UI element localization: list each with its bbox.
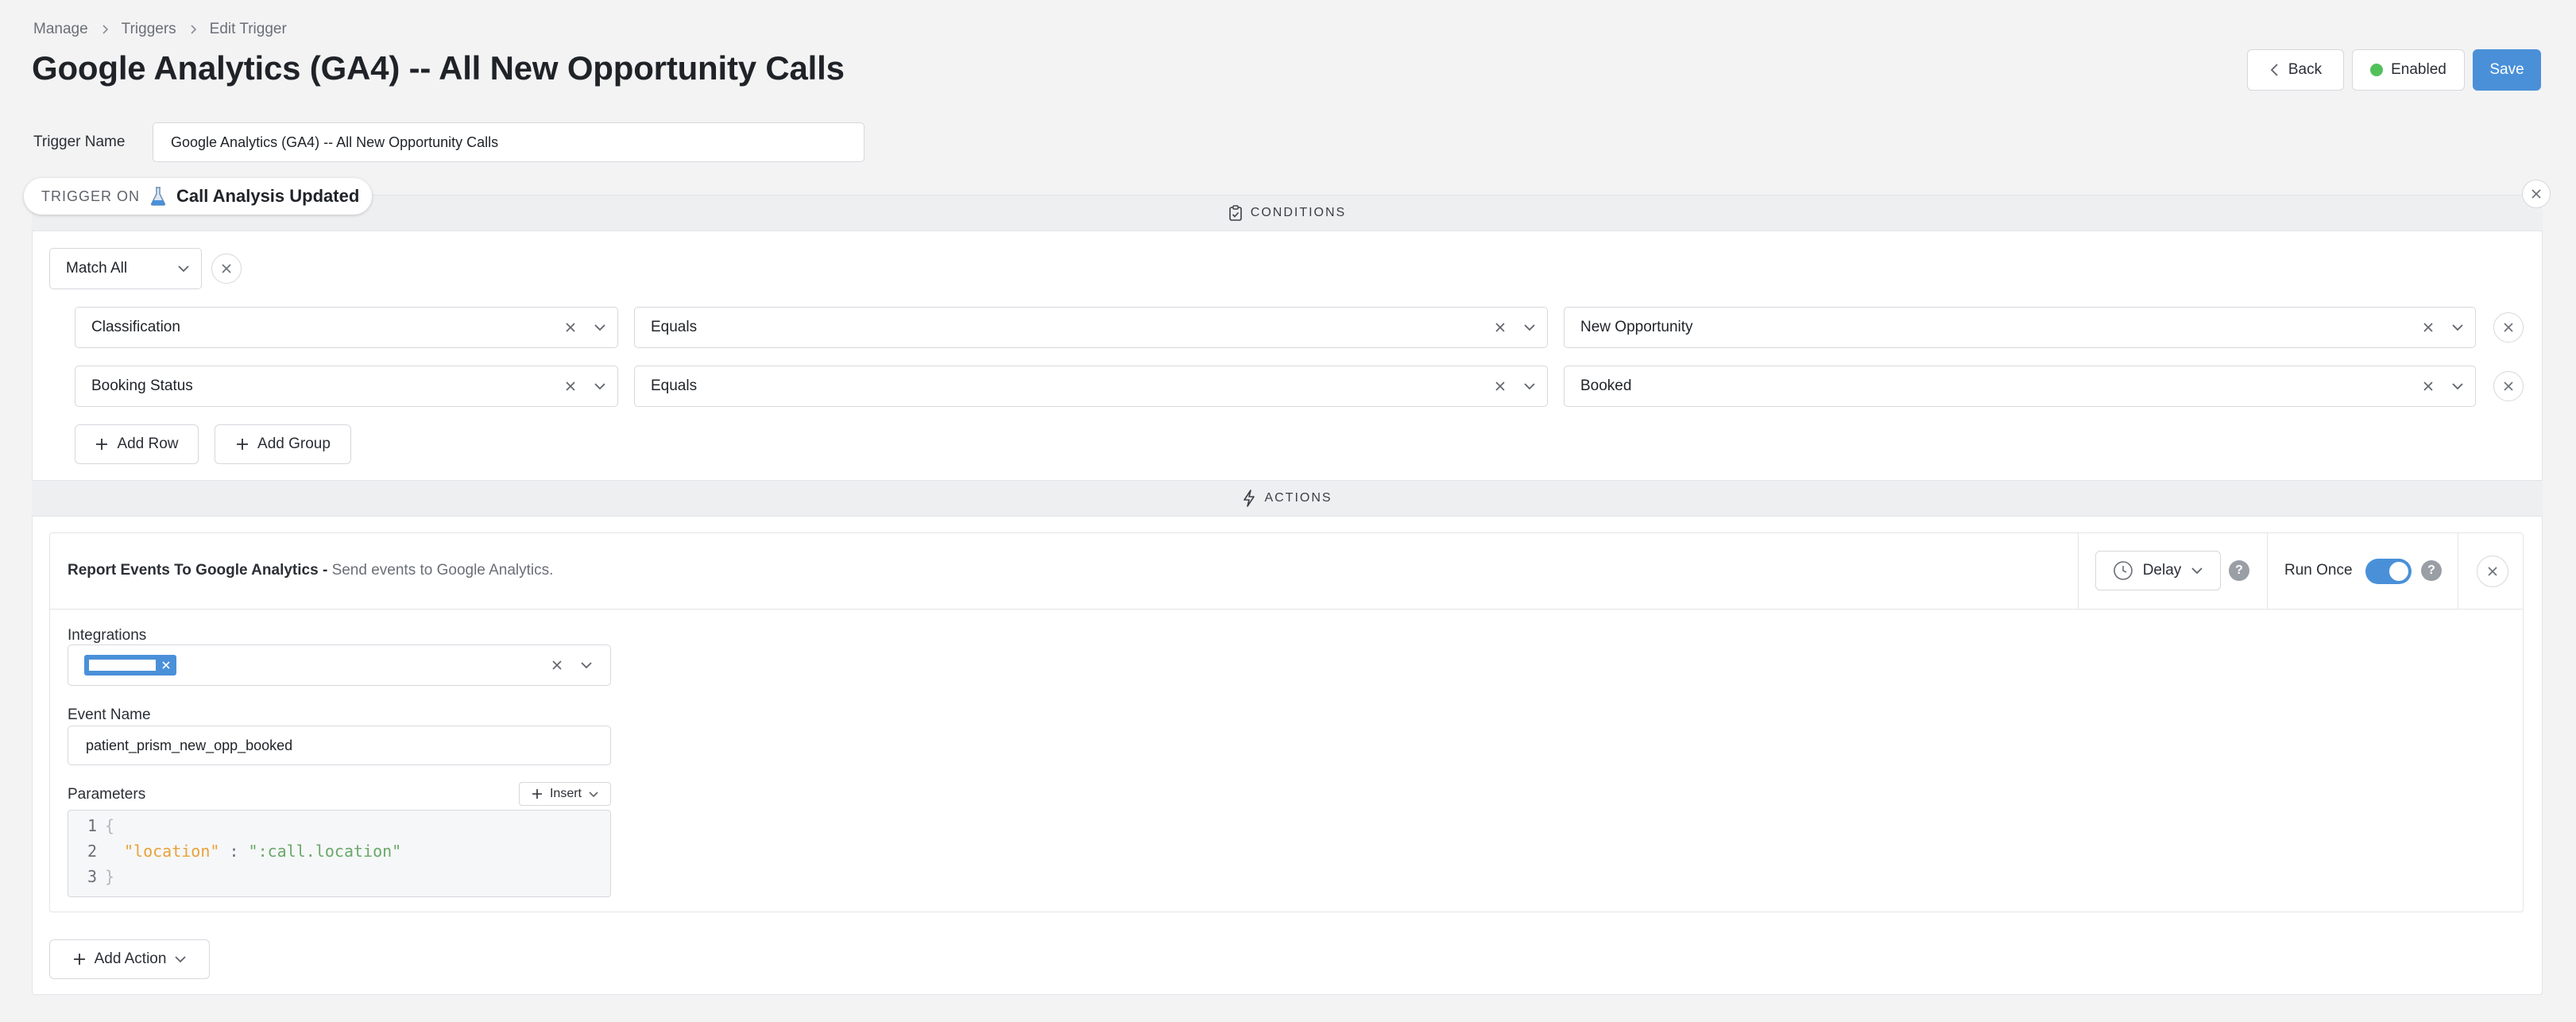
trigger-on-pill[interactable]: TRIGGER ON Call Analysis Updated bbox=[24, 178, 372, 215]
chevron-down-icon bbox=[178, 265, 189, 273]
condition-field-select[interactable]: Classification bbox=[75, 307, 618, 348]
breadcrumb-triggers[interactable]: Triggers bbox=[122, 21, 176, 38]
condition-operator-select[interactable]: Equals bbox=[634, 366, 1548, 407]
event-name-label: Event Name bbox=[68, 706, 151, 723]
divider bbox=[2267, 533, 2268, 609]
run-once-toggle[interactable] bbox=[2365, 559, 2412, 584]
close-icon bbox=[2532, 189, 2541, 199]
parameters-label: Parameters bbox=[68, 786, 146, 803]
code-line: 3 } bbox=[87, 867, 115, 886]
save-button[interactable]: Save bbox=[2473, 49, 2541, 91]
enabled-button[interactable]: Enabled bbox=[2352, 49, 2465, 91]
delay-help-icon[interactable]: ? bbox=[2229, 560, 2249, 581]
page-title: Google Analytics (GA4) -- All New Opport… bbox=[32, 49, 845, 87]
action-title: Report Events To Google Analytics - bbox=[68, 562, 328, 579]
plus-icon bbox=[73, 954, 85, 965]
action-card-header: Report Events To Google Analytics - Send… bbox=[50, 533, 2523, 610]
trigger-event-name: Call Analysis Updated bbox=[176, 186, 360, 206]
event-name-input[interactable]: patient_prism_new_opp_booked bbox=[68, 726, 611, 765]
clear-icon[interactable] bbox=[565, 381, 576, 392]
condition-value-select[interactable]: Booked bbox=[1564, 366, 2476, 407]
remove-row-button[interactable] bbox=[2493, 371, 2524, 401]
run-once-label: Run Once bbox=[2284, 562, 2353, 579]
trigger-name-label: Trigger Name bbox=[33, 134, 126, 150]
remove-row-button[interactable] bbox=[2493, 312, 2524, 343]
lightning-icon bbox=[1244, 490, 1255, 507]
add-action-button[interactable]: Add Action bbox=[49, 939, 210, 979]
actions-header: ACTIONS bbox=[32, 480, 2543, 517]
condition-operator-select[interactable]: Equals bbox=[634, 307, 1548, 348]
code-line: 2 "location" : ":call.location" bbox=[87, 842, 402, 861]
divider bbox=[2078, 533, 2079, 609]
chevron-down-icon bbox=[594, 383, 605, 390]
close-icon bbox=[2504, 323, 2513, 332]
close-icon bbox=[2504, 381, 2513, 391]
status-dot-icon bbox=[2370, 64, 2384, 76]
plus-icon bbox=[96, 439, 108, 450]
clear-icon[interactable] bbox=[1495, 381, 1506, 392]
action-card: Report Events To Google Analytics - Send… bbox=[49, 532, 2524, 912]
tag-remove-icon[interactable] bbox=[162, 661, 170, 669]
chevron-down-icon bbox=[1524, 383, 1535, 390]
close-icon bbox=[222, 264, 231, 273]
chevron-down-icon bbox=[581, 662, 592, 669]
conditions-header: CONDITIONS bbox=[32, 195, 2543, 231]
chevron-down-icon bbox=[175, 956, 187, 963]
chevron-left-icon bbox=[2270, 64, 2278, 76]
conditions-panel bbox=[32, 230, 2543, 482]
match-all-select[interactable]: Match All bbox=[49, 248, 202, 289]
clear-icon[interactable] bbox=[2423, 381, 2434, 392]
delay-select[interactable]: Delay bbox=[2095, 551, 2221, 590]
clear-icon[interactable] bbox=[2423, 322, 2434, 333]
parameters-code-editor[interactable]: 1 { 2 "location" : ":call.location" 3 } bbox=[68, 810, 611, 897]
integrations-select[interactable] bbox=[68, 645, 611, 686]
breadcrumb: Manage Triggers Edit Trigger bbox=[33, 21, 287, 38]
chevron-down-icon bbox=[594, 324, 605, 331]
back-button[interactable]: Back bbox=[2247, 49, 2344, 91]
condition-field-select[interactable]: Booking Status bbox=[75, 366, 618, 407]
add-row-button[interactable]: Add Row bbox=[75, 424, 199, 464]
clear-icon[interactable] bbox=[565, 322, 576, 333]
clock-icon bbox=[2113, 561, 2133, 580]
clipboard-check-icon bbox=[1228, 205, 1242, 221]
plus-icon bbox=[532, 789, 542, 799]
plus-icon bbox=[237, 439, 249, 450]
breadcrumb-edit-trigger: Edit Trigger bbox=[209, 21, 287, 37]
insert-button[interactable]: Insert bbox=[519, 782, 611, 806]
remove-trigger-button[interactable] bbox=[2522, 180, 2551, 208]
integration-tag-redacted bbox=[89, 660, 156, 671]
trigger-name-input[interactable]: Google Analytics (GA4) -- All New Opport… bbox=[153, 122, 864, 162]
action-description: Send events to Google Analytics. bbox=[331, 562, 554, 579]
condition-value-select[interactable]: New Opportunity bbox=[1564, 307, 2476, 348]
chevron-right-icon bbox=[191, 25, 196, 34]
action-title-line: Report Events To Google Analytics - Send… bbox=[68, 562, 553, 579]
chevron-right-icon bbox=[102, 25, 108, 34]
run-once-help-icon[interactable]: ? bbox=[2421, 560, 2442, 581]
chevron-down-icon bbox=[2452, 383, 2463, 390]
code-line: 1 { bbox=[87, 816, 115, 835]
trigger-on-label: TRIGGER ON bbox=[41, 188, 141, 204]
clear-icon[interactable] bbox=[1495, 322, 1506, 333]
flask-icon bbox=[150, 187, 166, 206]
chevron-down-icon bbox=[2191, 567, 2203, 575]
close-icon bbox=[2488, 567, 2497, 576]
integrations-label: Integrations bbox=[68, 627, 147, 644]
breadcrumb-manage[interactable]: Manage bbox=[33, 21, 88, 38]
chevron-down-icon bbox=[1524, 324, 1535, 331]
integration-tag bbox=[84, 655, 176, 676]
remove-group-button[interactable] bbox=[211, 254, 242, 284]
chevron-down-icon bbox=[589, 791, 598, 797]
chevron-down-icon bbox=[2452, 324, 2463, 331]
add-group-button[interactable]: Add Group bbox=[215, 424, 351, 464]
clear-icon[interactable] bbox=[551, 660, 563, 671]
remove-action-button[interactable] bbox=[2477, 556, 2508, 587]
